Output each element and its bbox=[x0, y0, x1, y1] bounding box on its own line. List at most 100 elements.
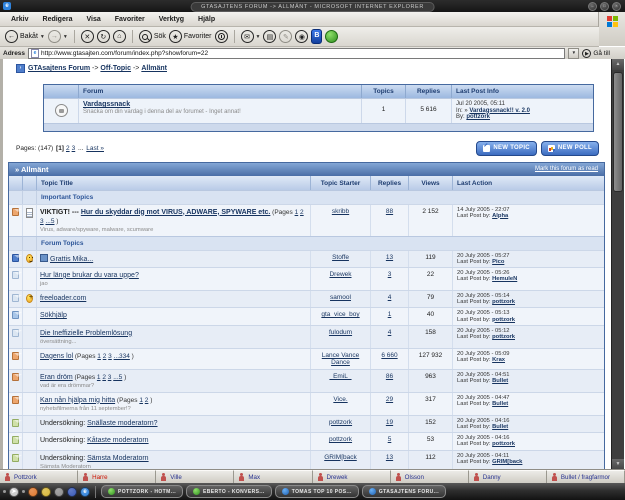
contact-drewek[interactable]: Drewek bbox=[313, 470, 391, 483]
menu-visa[interactable]: Visa bbox=[79, 16, 107, 23]
back-button[interactable]: ←Bakåt▼ bbox=[5, 30, 45, 43]
maximize-button[interactable]: □ bbox=[600, 2, 609, 11]
close-button[interactable]: × bbox=[612, 2, 621, 11]
last-poster-link[interactable]: Bullet bbox=[492, 378, 508, 384]
topic-page-link[interactable]: ...5 bbox=[45, 218, 54, 225]
taskbar-window-gtasajtens-foru[interactable]: GTASAJTENS FORU... bbox=[362, 485, 446, 498]
last-poster-link[interactable]: pottzork bbox=[492, 317, 515, 323]
starter-link[interactable]: skribb bbox=[332, 208, 349, 215]
replies-link[interactable]: 29 bbox=[386, 396, 393, 403]
mail-button[interactable]: ✉▼ bbox=[241, 30, 261, 43]
breadcrumb-link-gtasajtens-forum[interactable]: GTAsajtens Forum bbox=[28, 65, 90, 72]
replies-link[interactable]: 86 bbox=[386, 373, 393, 380]
menu-redigera[interactable]: Redigera bbox=[36, 16, 80, 23]
last-poster-link[interactable]: Pico bbox=[492, 259, 504, 265]
orange-app-icon[interactable] bbox=[28, 487, 38, 497]
grey-app-icon[interactable] bbox=[54, 487, 64, 497]
last-poster-link[interactable]: GRIM[back bbox=[492, 459, 522, 465]
starter-link[interactable]: Vice. bbox=[333, 396, 347, 403]
menu-hj-lp[interactable]: Hjälp bbox=[191, 16, 222, 23]
new-poll-button[interactable]: NEW POLL bbox=[541, 141, 599, 156]
msn-button[interactable] bbox=[325, 30, 338, 43]
contact-harre[interactable]: Harre bbox=[78, 470, 156, 483]
page-last-link[interactable]: Last » bbox=[86, 145, 104, 152]
goto-newpost-icon[interactable] bbox=[40, 254, 48, 262]
scrollbar-thumb[interactable] bbox=[613, 72, 623, 192]
minimize-button[interactable]: – bbox=[588, 2, 597, 11]
last-poster-link[interactable]: pottzork bbox=[492, 299, 515, 305]
print-button[interactable]: ▤ bbox=[263, 30, 276, 43]
breadcrumb-link-off-topic[interactable]: Off-Topic bbox=[100, 65, 131, 72]
replies-link[interactable]: 19 bbox=[386, 419, 393, 426]
starter-link[interactable]: fulodum bbox=[329, 329, 352, 336]
page-link-2[interactable]: 2 bbox=[66, 145, 70, 152]
menu-verktyg[interactable]: Verktyg bbox=[152, 16, 191, 23]
favorites-button[interactable]: ★Favoriter bbox=[169, 30, 212, 43]
menu-favoriter[interactable]: Favoriter bbox=[108, 16, 152, 23]
last-poster-link[interactable]: Krax bbox=[492, 357, 505, 363]
starter-link[interactable]: Stoffe bbox=[332, 254, 349, 261]
last-poster-link[interactable]: pottzork bbox=[492, 334, 515, 340]
contact-danny[interactable]: Danny bbox=[469, 470, 547, 483]
topic-page-link[interactable]: 2 bbox=[103, 353, 107, 360]
starter-link[interactable]: Drewek bbox=[329, 271, 351, 278]
navy-app-icon[interactable] bbox=[67, 487, 77, 497]
topic-link[interactable]: freeloader.com bbox=[40, 295, 86, 302]
last-poster-link[interactable]: pottzork bbox=[466, 114, 490, 120]
search-button[interactable]: Sök bbox=[139, 30, 166, 43]
topic-link[interactable]: Die Ineffizielle Problemlösung bbox=[40, 330, 132, 337]
last-poster-link[interactable]: Alpha bbox=[492, 213, 508, 219]
topic-link[interactable]: Sämsta Moderatorn bbox=[87, 455, 148, 462]
topic-page-link[interactable]: 3 bbox=[108, 374, 112, 381]
mark-forum-read-link[interactable]: Mark this forum as read bbox=[535, 166, 598, 172]
topic-page-link[interactable]: 1 bbox=[97, 353, 101, 360]
last-poster-link[interactable]: Bullet bbox=[492, 424, 508, 430]
launcher-arrow-icon[interactable]: ➤ bbox=[9, 487, 19, 497]
topic-page-link[interactable]: 2 bbox=[145, 397, 149, 404]
replies-link[interactable]: 4 bbox=[388, 329, 392, 336]
replies-link[interactable]: 88 bbox=[386, 208, 393, 215]
topic-link[interactable]: Eran dröm bbox=[40, 374, 73, 381]
refresh-button[interactable]: ↻ bbox=[97, 30, 110, 43]
contact-bullet-fragfarmor[interactable]: Bullet / fragfarmor bbox=[547, 470, 625, 483]
history-button[interactable] bbox=[215, 30, 228, 43]
address-input[interactable]: e http://www.gtasajten.com/forum/index.p… bbox=[28, 48, 565, 59]
forum-link[interactable]: Vardagssnack bbox=[83, 101, 130, 108]
replies-link[interactable]: 3 bbox=[388, 271, 392, 278]
topic-page-link[interactable]: 3 bbox=[40, 218, 44, 225]
taskbar-window-tomas-top-10-pos[interactable]: TOMAS TOP 10 POS... bbox=[275, 485, 359, 498]
topic-link[interactable]: Kan nån hjälpa mig hitta bbox=[40, 397, 115, 404]
starter-link[interactable]: pottzork bbox=[329, 436, 352, 443]
topic-link[interactable]: Snällaste moderatorn? bbox=[87, 420, 157, 427]
menu-arkiv[interactable]: Arkiv bbox=[4, 16, 36, 23]
contact-pottzork[interactable]: Pottzork bbox=[0, 470, 78, 483]
replies-link[interactable]: 1 bbox=[388, 311, 392, 318]
topic-link[interactable]: Dagens lol bbox=[40, 353, 73, 360]
topic-page-link[interactable]: 2 bbox=[102, 374, 106, 381]
yellow-app-icon[interactable] bbox=[41, 487, 51, 497]
topic-page-link[interactable]: ...334 bbox=[114, 353, 130, 360]
breadcrumb-link-allm-nt[interactable]: Allmänt bbox=[141, 65, 167, 72]
topic-page-link[interactable]: 1 bbox=[97, 374, 101, 381]
contact-olsson[interactable]: Olsson bbox=[391, 470, 469, 483]
ie-app-icon[interactable]: e bbox=[80, 487, 90, 497]
replies-link[interactable]: 13 bbox=[386, 454, 393, 461]
starter-link[interactable]: samool bbox=[330, 294, 351, 301]
replies-link[interactable]: 6 660 bbox=[381, 352, 397, 359]
messenger-button[interactable]: ◉ bbox=[295, 30, 308, 43]
replies-link[interactable]: 4 bbox=[388, 294, 392, 301]
topic-link[interactable]: Sökhjälp bbox=[40, 312, 67, 319]
starter-link[interactable]: pottzork bbox=[329, 419, 352, 426]
topic-link[interactable]: Kåtaste moderatorn bbox=[87, 437, 148, 444]
last-poster-link[interactable]: Bullet bbox=[492, 401, 508, 407]
last-poster-link[interactable]: HemuleN bbox=[492, 276, 517, 282]
topic-link[interactable]: Hur länge brukar du vara uppe? bbox=[40, 272, 139, 279]
starter-link[interactable]: GRIM[back bbox=[324, 454, 357, 461]
replies-link[interactable]: 5 bbox=[388, 436, 392, 443]
topic-page-link[interactable]: 2 bbox=[300, 209, 304, 216]
replies-link[interactable]: 13 bbox=[386, 254, 393, 261]
taskbar-window-pottzork-hotm[interactable]: POTTZORK - HOTM... bbox=[101, 485, 183, 498]
contact-ville[interactable]: Ville bbox=[156, 470, 234, 483]
new-topic-button[interactable]: NEW TOPIC bbox=[476, 141, 537, 156]
topic-link[interactable]: Grattis Mika... bbox=[50, 256, 93, 263]
